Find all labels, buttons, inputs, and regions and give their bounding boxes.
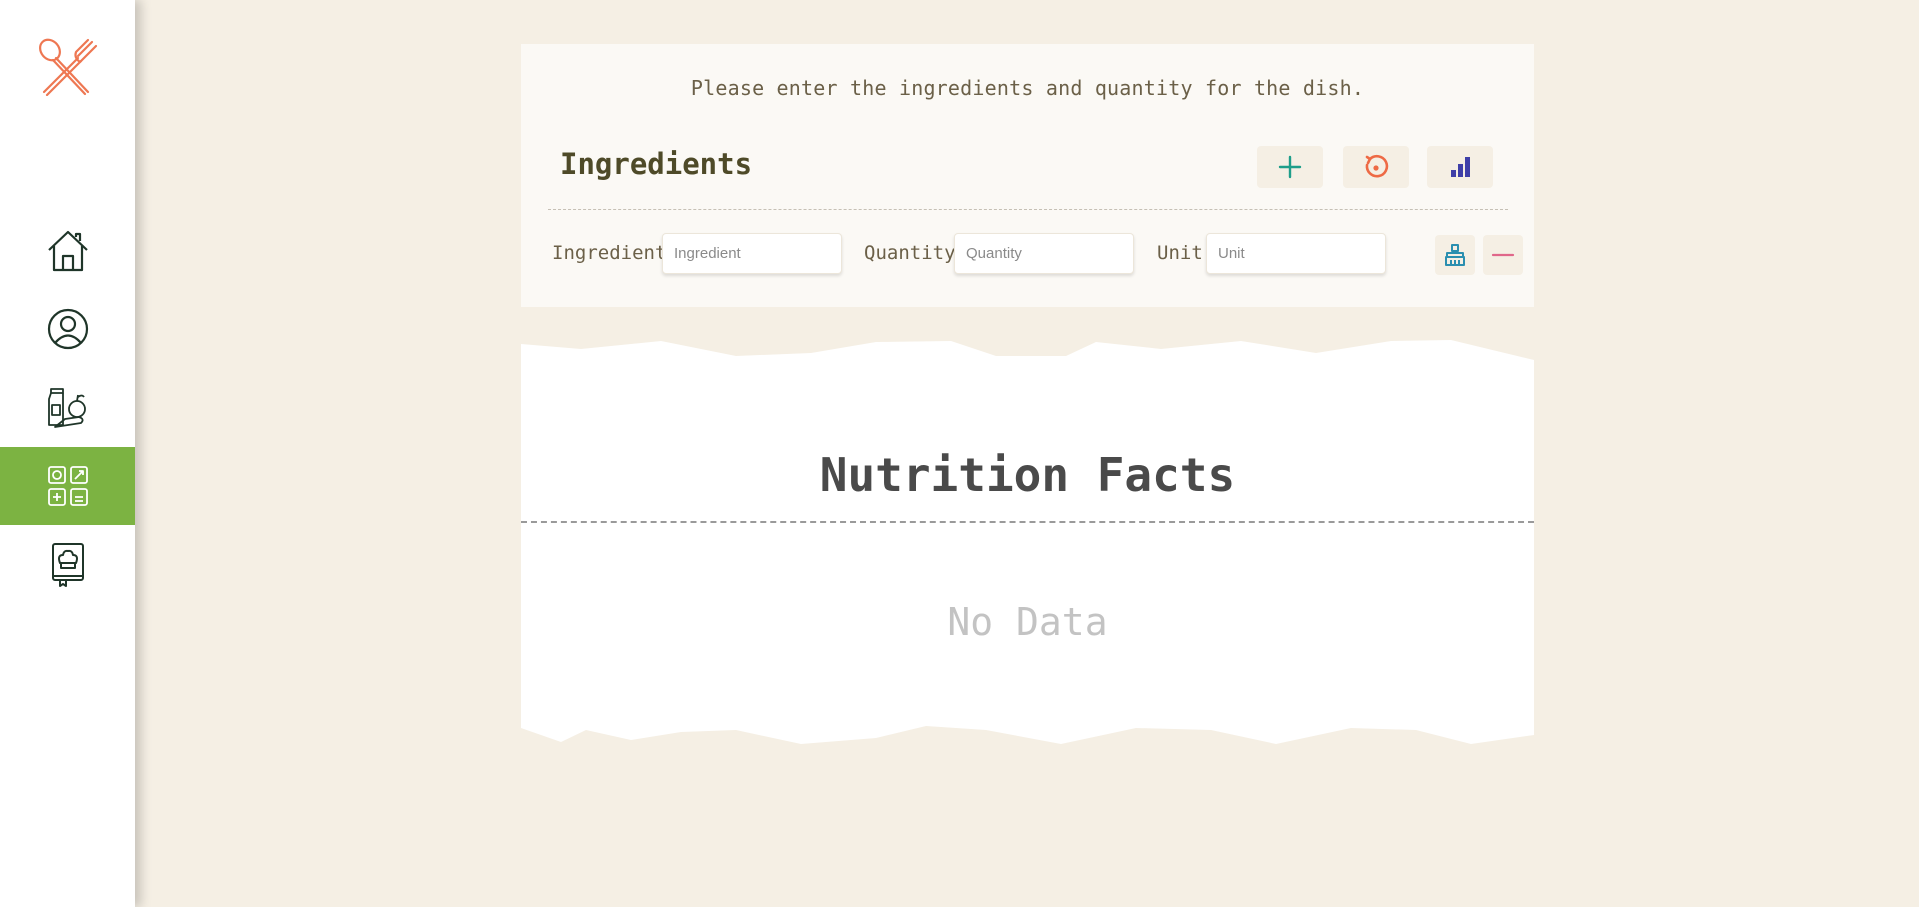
panel-divider (548, 209, 1508, 210)
sidebar (0, 0, 135, 907)
instruction-text: Please enter the ingredients and quantit… (690, 76, 1365, 100)
fork-spoon-icon[interactable] (36, 38, 98, 97)
recipe-book-icon (51, 543, 84, 587)
user-profile-icon (47, 308, 88, 350)
quantity-label: Quantity (864, 242, 956, 264)
clear-row-button[interactable] (1435, 235, 1475, 275)
nutrition-facts-card: Nutrition Facts No Data (521, 338, 1534, 746)
ingredients-title: Ingredients (560, 147, 753, 181)
ingredient-input[interactable] (662, 233, 842, 274)
sidebar-item-nutrition[interactable] (0, 447, 135, 525)
nutrition-facts-title: Nutrition Facts (819, 448, 1236, 502)
sidebar-item-home[interactable] (0, 212, 135, 290)
add-ingredient-button[interactable] (1257, 146, 1323, 188)
reset-button[interactable] (1343, 146, 1409, 188)
analyze-button[interactable] (1427, 146, 1493, 188)
no-data-text: No Data (947, 600, 1108, 644)
quantity-input[interactable] (954, 233, 1134, 274)
torn-paper-background (521, 340, 1534, 744)
broom-icon (1445, 244, 1465, 266)
unit-label: Unit (1157, 242, 1203, 264)
sidebar-item-recipes[interactable] (0, 525, 135, 603)
reset-icon (1365, 154, 1389, 178)
remove-row-button[interactable] (1483, 235, 1523, 275)
grocery-icon (47, 388, 86, 428)
nutrition-divider (521, 521, 1534, 523)
plus-icon (1278, 155, 1302, 179)
unit-input[interactable] (1206, 233, 1386, 274)
bar-chart-icon (1451, 157, 1470, 177)
home-icon (47, 230, 88, 272)
sidebar-item-profile[interactable] (0, 290, 135, 368)
ingredients-panel: Please enter the ingredients and quantit… (521, 44, 1534, 307)
nutrition-calculator-icon (47, 466, 88, 506)
minus-icon (1491, 253, 1515, 257)
ingredient-label: Ingredient (552, 242, 667, 264)
sidebar-item-grocery[interactable] (0, 369, 135, 447)
